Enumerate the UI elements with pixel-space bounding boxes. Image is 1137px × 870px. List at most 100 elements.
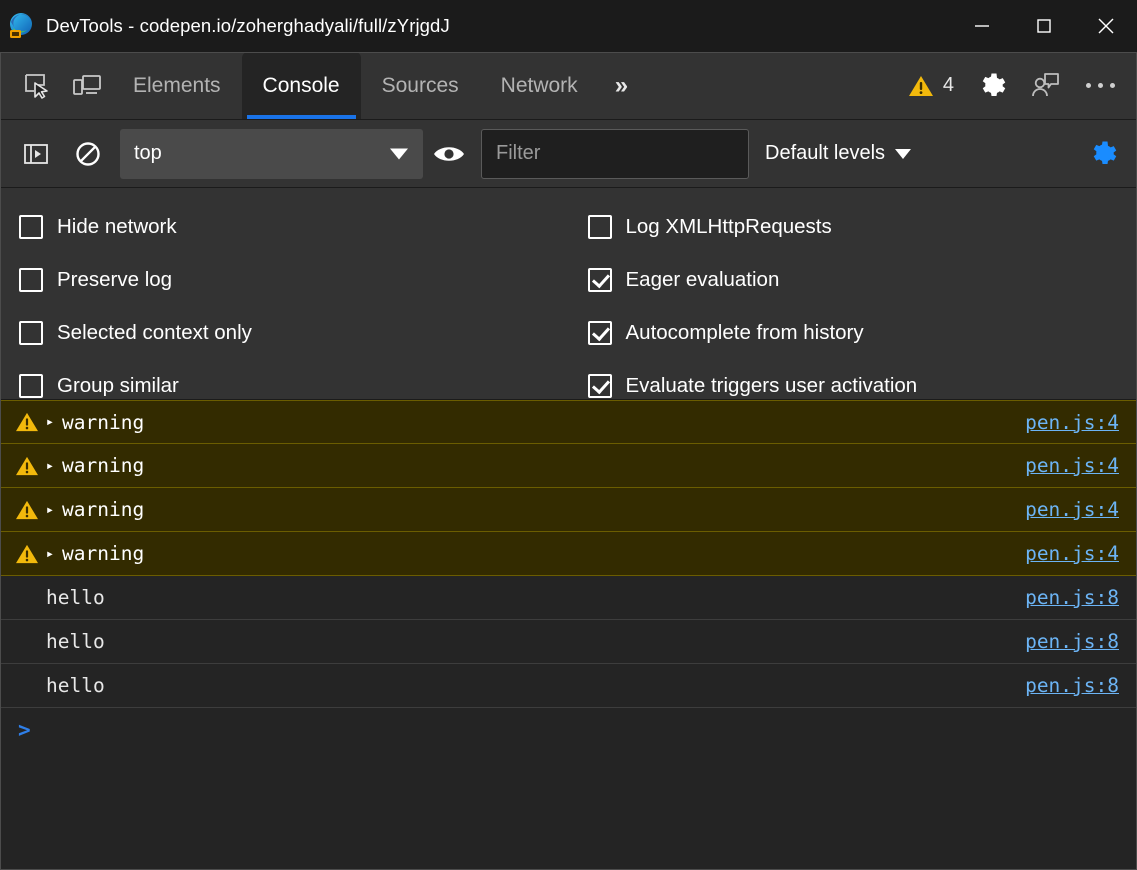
checkbox[interactable] xyxy=(587,320,612,345)
tab-label: Sources xyxy=(381,73,459,97)
more-tabs-glyph: » xyxy=(614,71,629,99)
message-text: warning xyxy=(62,410,145,434)
device-toolbar-icon[interactable] xyxy=(62,52,112,119)
console-sidebar-icon[interactable] xyxy=(10,120,62,188)
warning-count-indicator[interactable]: 4 xyxy=(904,52,964,119)
title-bar: DevTools - codepen.io/zoherghadyali/full… xyxy=(0,0,1137,52)
source-link[interactable]: pen.js:8 xyxy=(1025,674,1119,697)
filter-input[interactable] xyxy=(481,128,749,179)
checkbox[interactable] xyxy=(587,267,612,292)
message-text: warning xyxy=(62,454,145,477)
tab-elements[interactable]: Elements xyxy=(112,52,242,119)
console-prompt[interactable]: > xyxy=(0,708,1137,752)
context-value: top xyxy=(134,142,162,164)
gear-icon xyxy=(982,73,1006,96)
console-message-row[interactable]: ▸ warning pen.js:4 xyxy=(0,532,1137,576)
warning-triangle-icon xyxy=(908,74,934,98)
tab-label: Network xyxy=(500,73,578,97)
setting-preserve-log[interactable]: Preserve log xyxy=(19,253,569,306)
setting-label: Autocomplete from history xyxy=(625,320,864,344)
setting-label: Eager evaluation xyxy=(625,267,780,291)
checkbox[interactable] xyxy=(19,373,43,398)
expand-arrow-icon[interactable]: ▸ xyxy=(40,502,60,518)
inspect-element-icon[interactable] xyxy=(12,52,62,119)
source-link[interactable]: pen.js:4 xyxy=(1025,542,1119,565)
setting-hide-network[interactable]: Hide network xyxy=(19,200,569,253)
tabbar-spacer xyxy=(644,52,904,119)
source-link[interactable]: pen.js:8 xyxy=(1025,630,1119,653)
setting-label: Evaluate triggers user activation xyxy=(625,373,918,397)
chevron-down-icon xyxy=(895,148,912,159)
log-levels-label: Default levels xyxy=(765,142,886,164)
source-link[interactable]: pen.js:4 xyxy=(1025,411,1119,434)
console-message-row[interactable]: ▸ warning pen.js:4 xyxy=(0,444,1137,488)
message-text: warning xyxy=(62,542,145,565)
window-controls xyxy=(951,0,1137,52)
warning-count-label: 4 xyxy=(942,74,954,96)
warning-triangle-icon xyxy=(14,455,40,477)
source-link[interactable]: pen.js:8 xyxy=(1025,586,1119,609)
setting-label: Group similar xyxy=(57,373,179,397)
console-message-list: ▸ warning pen.js:4 ▸ warning pen.js:4 ▸ … xyxy=(0,400,1137,870)
tab-console[interactable]: Console xyxy=(241,52,361,119)
setting-label: Selected context only xyxy=(57,320,252,344)
setting-autocomplete-from-history[interactable]: Autocomplete from history xyxy=(587,306,1137,359)
setting-eager-evaluation[interactable]: Eager evaluation xyxy=(587,253,1137,306)
clear-console-icon[interactable] xyxy=(62,120,114,188)
window-title: DevTools - codepen.io/zoherghadyali/full… xyxy=(46,15,450,36)
tab-label: Console xyxy=(262,73,340,97)
more-tabs-icon[interactable]: » xyxy=(599,52,644,119)
setting-label: Hide network xyxy=(57,214,177,238)
checkbox[interactable] xyxy=(587,373,612,398)
setting-log-xmlhttprequests[interactable]: Log XMLHttpRequests xyxy=(587,200,1137,253)
console-settings-panel: Hide network Preserve log Selected conte… xyxy=(0,188,1137,400)
feedback-person-icon[interactable] xyxy=(1018,52,1072,119)
log-levels-dropdown[interactable]: Default levels xyxy=(765,142,912,165)
expand-arrow-icon[interactable]: ▸ xyxy=(40,458,60,474)
console-settings-gear-icon[interactable] xyxy=(1087,139,1117,169)
console-message-row[interactable]: hello pen.js:8 xyxy=(0,576,1137,620)
message-text: hello xyxy=(46,630,105,653)
settings-right-column: Log XMLHttpRequests Eager evaluation Aut… xyxy=(569,200,1137,399)
message-text: hello xyxy=(46,586,105,609)
devtools-window: DevTools - codepen.io/zoherghadyali/full… xyxy=(0,0,1137,870)
tab-network[interactable]: Network xyxy=(480,52,599,119)
setting-label: Preserve log xyxy=(57,267,173,291)
console-message-row[interactable]: hello pen.js:8 xyxy=(0,620,1137,664)
checkbox[interactable] xyxy=(19,214,43,239)
prompt-caret-icon: > xyxy=(18,718,31,742)
tab-label: Elements xyxy=(133,73,221,97)
message-text: warning xyxy=(62,498,145,521)
setting-selected-context-only[interactable]: Selected context only xyxy=(19,306,569,359)
devtools-tab-bar: Elements Console Sources Network » 4 xyxy=(0,52,1137,120)
live-expression-eye-icon[interactable] xyxy=(423,120,475,188)
maximize-button[interactable] xyxy=(1013,0,1075,52)
console-toolbar: top Default levels xyxy=(0,120,1137,188)
more-options-icon[interactable] xyxy=(1072,52,1137,119)
source-link[interactable]: pen.js:4 xyxy=(1025,454,1119,477)
settings-left-column: Hide network Preserve log Selected conte… xyxy=(0,200,569,399)
source-link[interactable]: pen.js:4 xyxy=(1025,498,1119,521)
warning-triangle-icon xyxy=(14,411,40,433)
checkbox[interactable] xyxy=(587,214,612,239)
console-message-row[interactable]: hello pen.js:8 xyxy=(0,664,1137,708)
console-message-row[interactable]: ▸ warning pen.js:4 xyxy=(0,400,1137,444)
expand-arrow-icon[interactable]: ▸ xyxy=(40,546,60,562)
checkbox[interactable] xyxy=(19,320,43,345)
devtools-settings-button[interactable] xyxy=(964,52,1018,119)
message-text: hello xyxy=(46,674,105,697)
expand-arrow-icon[interactable]: ▸ xyxy=(40,414,60,430)
edge-devtools-icon xyxy=(8,12,36,40)
tab-sources[interactable]: Sources xyxy=(361,52,480,119)
warning-triangle-icon xyxy=(14,499,40,521)
setting-label: Log XMLHttpRequests xyxy=(625,214,832,238)
chevron-down-icon xyxy=(390,148,408,159)
checkbox[interactable] xyxy=(19,267,43,292)
dot xyxy=(1086,83,1091,88)
close-button[interactable] xyxy=(1075,0,1137,52)
javascript-context-select[interactable]: top xyxy=(120,128,423,179)
dot xyxy=(1098,83,1103,88)
minimize-button[interactable] xyxy=(951,0,1013,52)
dot xyxy=(1110,83,1115,88)
console-message-row[interactable]: ▸ warning pen.js:4 xyxy=(0,488,1137,532)
